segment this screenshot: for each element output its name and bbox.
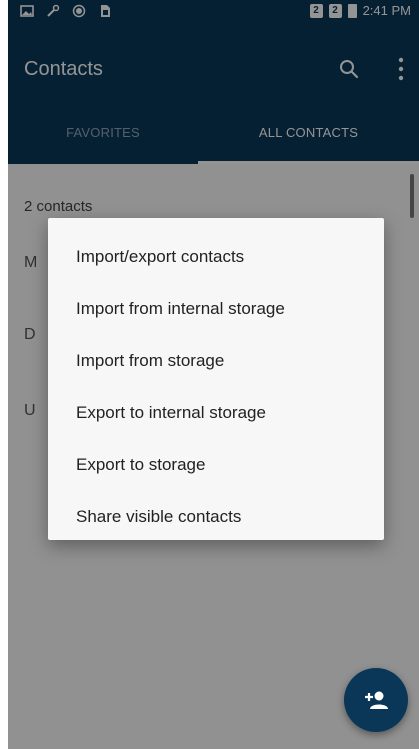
contacts-app: 2 2 2:41 PM Contacts FAVORITES ALL CONTA… [8, 0, 419, 749]
add-contact-button[interactable] [344, 668, 408, 732]
menu-item-import-export[interactable]: Import/export contacts [76, 231, 244, 283]
menu-item-import-storage[interactable]: Import from storage [76, 335, 224, 387]
overflow-menu: Import/export contacts Import from inter… [48, 218, 384, 540]
menu-item-import-internal-storage[interactable]: Import from internal storage [76, 283, 285, 335]
menu-item-share-visible[interactable]: Share visible contacts [76, 491, 241, 543]
menu-item-export-internal-storage[interactable]: Export to internal storage [76, 387, 266, 439]
add-contact-icon [365, 691, 388, 709]
menu-item-export-storage[interactable]: Export to storage [76, 439, 205, 491]
